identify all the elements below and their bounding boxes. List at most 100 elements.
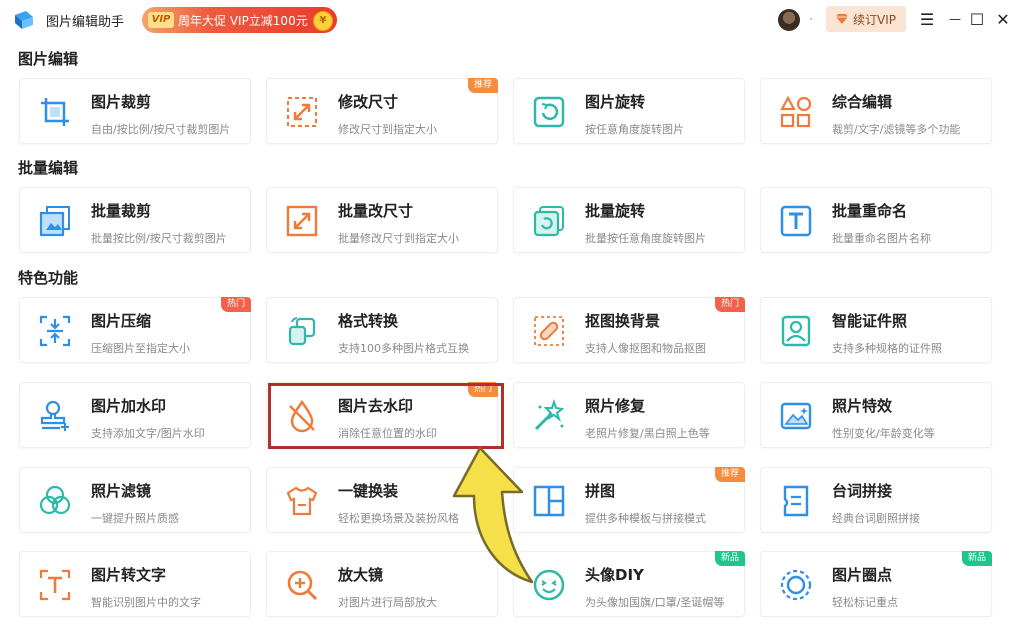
badge-new: 新品 bbox=[961, 551, 992, 566]
card-desc: 批量重命名图片名称 bbox=[832, 232, 931, 245]
card-title: 批量裁剪 bbox=[91, 202, 152, 220]
card-title: 格式转换 bbox=[338, 312, 399, 330]
rename-icon bbox=[780, 205, 812, 237]
card-desc: 性别变化/年龄变化等 bbox=[832, 427, 935, 440]
card-title: 一键换装 bbox=[338, 482, 399, 500]
card-batch-rotate[interactable]: 批量旋转 批量按任意角度旋转图片 bbox=[513, 187, 745, 253]
circle-mark-icon bbox=[780, 569, 812, 601]
card-desc: 支持多种规格的证件照 bbox=[832, 342, 942, 355]
card-desc: 批量按任意角度旋转图片 bbox=[585, 232, 706, 245]
card-format-convert[interactable]: 格式转换 支持100多种图片格式互换 bbox=[266, 297, 498, 363]
card-photo-restore[interactable]: 照片修复 老照片修复/黑白照上色等 bbox=[513, 382, 745, 448]
card-batch-resize[interactable]: 批量改尺寸 批量修改尺寸到指定大小 bbox=[266, 187, 498, 253]
subtitle-icon bbox=[783, 485, 809, 517]
badge-new: 新品 bbox=[714, 551, 745, 566]
magic-wand-icon bbox=[534, 399, 565, 431]
batch-rotate-icon bbox=[533, 206, 564, 237]
card-desc: 提供多种模板与拼接模式 bbox=[585, 512, 706, 525]
card-title: 图片加水印 bbox=[91, 397, 167, 415]
stamp-icon bbox=[40, 400, 69, 431]
card-photo-effect[interactable]: 照片特效 性别变化/年龄变化等 bbox=[760, 382, 992, 448]
section-title-batch-edit: 批量编辑 bbox=[18, 159, 79, 177]
card-desc: 批量按比例/按尺寸裁剪图片 bbox=[91, 232, 227, 245]
card-image-crop[interactable]: 图片裁剪 自由/按比例/按尺寸裁剪图片 bbox=[19, 78, 251, 144]
magnifier-icon bbox=[287, 570, 318, 601]
card-desc: 支持添加文字/图片水印 bbox=[91, 427, 205, 440]
card-collage[interactable]: 拼图 提供多种模板与拼接模式 推荐 bbox=[513, 467, 745, 533]
filter-icon bbox=[39, 485, 71, 515]
promo-text: 周年大促 VIP立减100元 bbox=[178, 14, 308, 28]
card-subtitle-collage[interactable]: 台词拼接 经典台词剧照拼接 bbox=[760, 467, 992, 533]
card-add-watermark[interactable]: 图片加水印 支持添加文字/图片水印 bbox=[19, 382, 251, 448]
card-desc: 智能识别图片中的文字 bbox=[91, 596, 201, 609]
cutout-icon bbox=[534, 316, 564, 346]
card-title: 图片转文字 bbox=[91, 566, 167, 584]
card-title: 批量改尺寸 bbox=[338, 202, 414, 220]
card-desc: 修改尺寸到指定大小 bbox=[338, 123, 437, 136]
card-photo-filter[interactable]: 照片滤镜 一键提升照片质感 bbox=[19, 467, 251, 533]
minimize-button[interactable]: — bbox=[944, 8, 966, 30]
ocr-icon bbox=[39, 569, 71, 601]
vip-tag: VIP bbox=[148, 12, 174, 28]
renew-vip-button[interactable]: 续订VIP bbox=[826, 6, 906, 32]
maximize-button[interactable]: ☐ bbox=[966, 8, 988, 30]
card-image-to-text[interactable]: 图片转文字 智能识别图片中的文字 bbox=[19, 551, 251, 617]
pointer-arrow-icon bbox=[452, 446, 534, 584]
card-desc: 经典台词剧照拼接 bbox=[832, 512, 920, 525]
card-cutout[interactable]: 抠图换背景 支持人像抠图和物品抠图 热门 bbox=[513, 297, 745, 363]
card-title: 批量重命名 bbox=[832, 202, 908, 220]
card-title: 图片裁剪 bbox=[91, 93, 152, 111]
rotate-icon bbox=[533, 96, 565, 128]
id-photo-icon bbox=[781, 315, 811, 347]
diamond-icon bbox=[836, 14, 848, 24]
card-circle-mark[interactable]: 图片圈点 轻松标记重点 新品 bbox=[760, 551, 992, 617]
card-title: 综合编辑 bbox=[832, 93, 893, 111]
card-compress[interactable]: 图片压缩 压缩图片至指定大小 热门 bbox=[19, 297, 251, 363]
shirt-icon bbox=[286, 486, 318, 516]
card-title: 图片压缩 bbox=[91, 312, 152, 330]
card-avatar-diy[interactable]: 头像DIY 为头像加国旗/口罩/圣诞帽等 新品 bbox=[513, 551, 745, 617]
card-title: 照片特效 bbox=[832, 397, 893, 415]
badge-recommend: 推荐 bbox=[467, 78, 498, 93]
badge-recommend: 推荐 bbox=[714, 467, 745, 482]
card-title: 照片修复 bbox=[585, 397, 646, 415]
card-title: 批量旋转 bbox=[585, 202, 646, 220]
promo-banner[interactable]: VIP 周年大促 VIP立减100元 ¥ bbox=[142, 7, 337, 33]
card-title: 图片旋转 bbox=[585, 93, 646, 111]
card-batch-crop[interactable]: 批量裁剪 批量按比例/按尺寸裁剪图片 bbox=[19, 187, 251, 253]
app-title: 图片编辑助手 bbox=[46, 15, 125, 30]
card-title: 修改尺寸 bbox=[338, 93, 399, 111]
compress-icon bbox=[39, 315, 71, 347]
card-title: 智能证件照 bbox=[832, 312, 908, 330]
card-desc: 批量修改尺寸到指定大小 bbox=[338, 232, 459, 245]
batch-crop-icon bbox=[39, 206, 70, 237]
renew-vip-label: 续订VIP bbox=[853, 13, 896, 27]
coin-icon: ¥ bbox=[313, 11, 333, 31]
convert-icon bbox=[288, 317, 316, 346]
card-desc: 压缩图片至指定大小 bbox=[91, 342, 190, 355]
card-title: 抠图换背景 bbox=[585, 312, 661, 330]
card-desc: 轻松标记重点 bbox=[832, 596, 898, 609]
card-desc: 支持100多种图片格式互换 bbox=[338, 342, 469, 355]
card-title: 拼图 bbox=[585, 482, 616, 500]
crop-icon bbox=[41, 98, 69, 126]
card-resize[interactable]: 修改尺寸 修改尺寸到指定大小 推荐 bbox=[266, 78, 498, 144]
shapes-icon bbox=[780, 95, 812, 128]
card-id-photo[interactable]: 智能证件照 支持多种规格的证件照 bbox=[760, 297, 992, 363]
card-batch-rename[interactable]: 批量重命名 批量重命名图片名称 bbox=[760, 187, 992, 253]
app-logo-icon bbox=[15, 11, 33, 29]
card-title: 图片圈点 bbox=[832, 566, 893, 584]
card-title: 照片滤镜 bbox=[91, 482, 152, 500]
resize-icon bbox=[287, 97, 317, 127]
card-general-edit[interactable]: 综合编辑 裁剪/文字/滤镜等多个功能 bbox=[760, 78, 992, 144]
card-desc: 一键提升照片质感 bbox=[91, 512, 179, 525]
badge-hot: 热门 bbox=[220, 297, 251, 312]
card-desc: 老照片修复/黑白照上色等 bbox=[585, 427, 710, 440]
menu-icon[interactable]: ☰ bbox=[916, 8, 938, 30]
close-button[interactable]: ✕ bbox=[992, 8, 1014, 30]
card-desc: 对图片进行局部放大 bbox=[338, 596, 437, 609]
card-rotate[interactable]: 图片旋转 按任意角度旋转图片 bbox=[513, 78, 745, 144]
avatar[interactable] bbox=[778, 9, 800, 31]
badge-hot: 热门 bbox=[714, 297, 745, 312]
card-title: 台词拼接 bbox=[832, 482, 893, 500]
